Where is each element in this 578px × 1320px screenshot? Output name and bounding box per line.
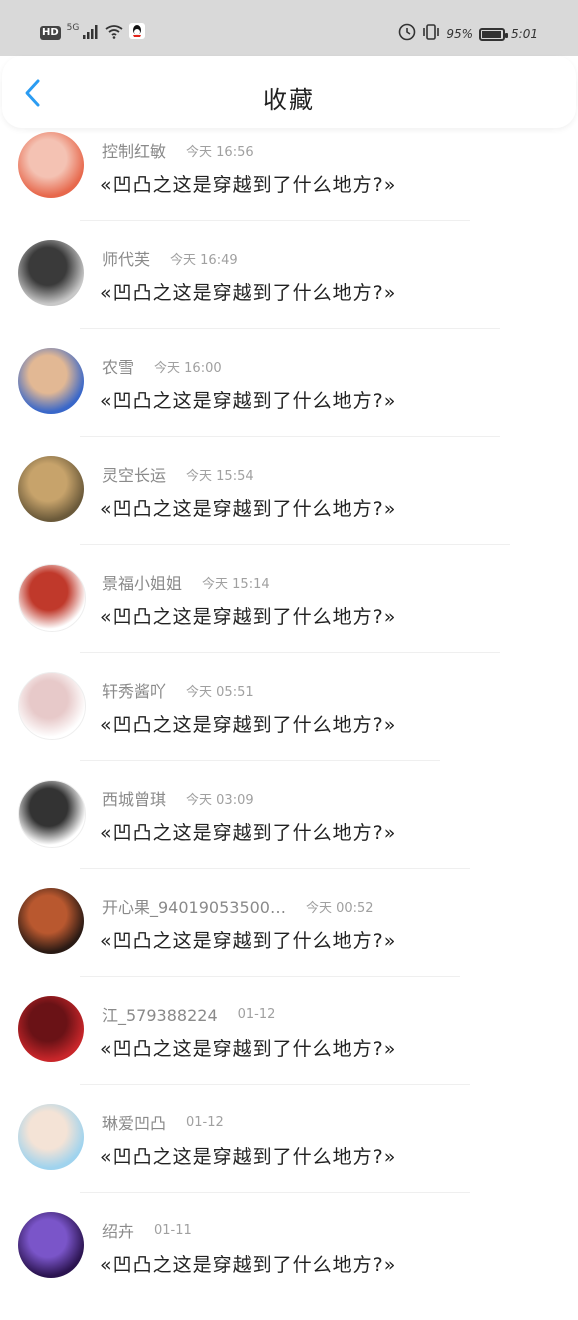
avatar[interactable] — [18, 888, 84, 954]
divider — [80, 976, 460, 977]
item-meta: 江_579388224 01-12 — [102, 1002, 275, 1026]
top-bar: 收藏 — [2, 56, 576, 128]
timestamp: 今天 16:56 — [186, 144, 254, 160]
timestamp: 今天 03:09 — [186, 792, 254, 808]
favorite-item[interactable]: 师代芙 今天 16:49 «凹凸之这是穿越到了什么地方?» — [0, 240, 578, 348]
qq-icon — [129, 23, 146, 43]
favorite-content[interactable]: «凹凸之这是穿越到了什么地方?» — [100, 494, 396, 521]
favorite-content[interactable]: «凹凸之这是穿越到了什么地方?» — [100, 1250, 396, 1277]
favorite-item[interactable]: 江_579388224 01-12 «凹凸之这是穿越到了什么地方?» — [0, 996, 578, 1104]
status-right: 95% 5:01 — [398, 23, 538, 45]
user-name[interactable]: 灵空长运 — [102, 462, 166, 486]
avatar[interactable] — [18, 564, 86, 632]
favorite-item[interactable]: 灵空长运 今天 15:54 «凹凸之这是穿越到了什么地方?» — [0, 456, 578, 564]
favorite-content[interactable]: «凹凸之这是穿越到了什么地方?» — [100, 926, 396, 953]
avatar[interactable] — [18, 240, 84, 306]
divider — [80, 868, 470, 869]
item-meta: 控制红敏 今天 16:56 — [102, 138, 254, 162]
divider — [80, 544, 510, 545]
favorite-item[interactable]: 控制红敏 今天 16:56 «凹凸之这是穿越到了什么地方?» — [0, 132, 578, 240]
user-name[interactable]: 琳爱凹凸 — [102, 1110, 166, 1134]
user-name[interactable]: 师代芙 — [102, 246, 150, 270]
favorite-item[interactable]: 绍卉 01-11 «凹凸之这是穿越到了什么地方?» — [0, 1212, 578, 1320]
user-name[interactable]: 西城曾琪 — [102, 786, 166, 810]
item-meta: 轩秀酱吖 今天 05:51 — [102, 678, 254, 702]
wifi-icon — [105, 24, 123, 43]
divider — [80, 220, 470, 221]
item-meta: 景福小姐姐 今天 15:14 — [102, 570, 270, 594]
user-name[interactable]: 绍卉 — [102, 1218, 134, 1242]
item-meta: 灵空长运 今天 15:54 — [102, 462, 254, 486]
item-meta: 西城曾琪 今天 03:09 — [102, 786, 254, 810]
favorite-item[interactable]: 轩秀酱吖 今天 05:51 «凹凸之这是穿越到了什么地方?» — [0, 672, 578, 780]
favorite-content[interactable]: «凹凸之这是穿越到了什么地方?» — [100, 818, 396, 845]
divider — [80, 1192, 470, 1193]
item-meta: 师代芙 今天 16:49 — [102, 246, 238, 270]
favorite-content[interactable]: «凹凸之这是穿越到了什么地方?» — [100, 1034, 396, 1061]
timestamp: 今天 16:49 — [170, 252, 238, 268]
avatar[interactable] — [18, 780, 86, 848]
signal-icon — [83, 24, 99, 43]
timestamp: 今天 16:00 — [154, 360, 222, 376]
item-meta: 绍卉 01-11 — [102, 1218, 192, 1242]
timestamp: 01-12 — [237, 1006, 276, 1022]
avatar[interactable] — [18, 132, 84, 198]
divider — [80, 436, 500, 437]
divider — [80, 760, 440, 761]
timestamp: 01-11 — [154, 1222, 192, 1238]
timestamp: 今天 15:14 — [202, 576, 270, 592]
clock: 5:01 — [511, 27, 538, 41]
avatar[interactable] — [18, 456, 84, 522]
favorite-content[interactable]: «凹凸之这是穿越到了什么地方?» — [100, 386, 396, 413]
page-title: 收藏 — [263, 86, 315, 114]
alarm-icon — [398, 23, 416, 45]
status-bar: HD 5G 95% 5:01 — [0, 0, 578, 56]
favorite-item[interactable]: 琳爱凹凸 01-12 «凹凸之这是穿越到了什么地方?» — [0, 1104, 578, 1212]
avatar[interactable] — [18, 672, 86, 740]
battery-level — [482, 30, 502, 38]
divider — [80, 328, 500, 329]
timestamp: 今天 15:54 — [186, 468, 254, 484]
user-name[interactable]: 控制红敏 — [102, 138, 166, 162]
battery-percent: 95% — [446, 27, 474, 41]
favorites-list: 控制红敏 今天 16:56 «凹凸之这是穿越到了什么地方?» 师代芙 今天 16:49 «… — [0, 132, 578, 1320]
favorite-content[interactable]: «凹凸之这是穿越到了什么地方?» — [100, 602, 396, 629]
vibrate-icon — [422, 24, 440, 44]
avatar[interactable] — [18, 1104, 84, 1170]
timestamp: 今天 05:51 — [186, 684, 254, 700]
timestamp: 今天 00:52 — [305, 900, 374, 916]
status-left: HD 5G — [40, 23, 146, 43]
favorite-content[interactable]: «凹凸之这是穿越到了什么地方?» — [100, 278, 396, 305]
item-meta: 开心果_94019053500… 今天 00:52 — [102, 894, 374, 918]
network-type: 5G — [66, 23, 80, 33]
favorite-item[interactable]: 西城曾琪 今天 03:09 «凹凸之这是穿越到了什么地方?» — [0, 780, 578, 888]
favorite-content[interactable]: «凹凸之这是穿越到了什么地方?» — [100, 1142, 396, 1169]
avatar[interactable] — [18, 996, 84, 1062]
user-name[interactable]: 江_579388224 — [102, 1002, 218, 1026]
user-name[interactable]: 开心果_94019053500… — [102, 894, 286, 918]
battery-icon — [479, 27, 509, 41]
favorite-item[interactable]: 农雪 今天 16:00 «凹凸之这是穿越到了什么地方?» — [0, 348, 578, 456]
item-meta: 琳爱凹凸 01-12 — [102, 1110, 224, 1134]
user-name[interactable]: 景福小姐姐 — [102, 570, 182, 594]
timestamp: 01-12 — [186, 1114, 224, 1130]
avatar[interactable] — [18, 1212, 84, 1278]
divider — [80, 1084, 470, 1085]
hd-badge: HD — [40, 26, 61, 40]
favorite-item[interactable]: 开心果_94019053500… 今天 00:52 «凹凸之这是穿越到了什么地方?» — [0, 888, 578, 996]
divider — [80, 652, 500, 653]
user-name[interactable]: 轩秀酱吖 — [102, 678, 166, 702]
avatar[interactable] — [18, 348, 84, 414]
favorite-content[interactable]: «凹凸之这是穿越到了什么地方?» — [100, 170, 396, 197]
item-meta: 农雪 今天 16:00 — [102, 354, 222, 378]
favorite-item[interactable]: 景福小姐姐 今天 15:14 «凹凸之这是穿越到了什么地方?» — [0, 564, 578, 672]
favorite-content[interactable]: «凹凸之这是穿越到了什么地方?» — [100, 710, 396, 737]
user-name[interactable]: 农雪 — [102, 354, 134, 378]
